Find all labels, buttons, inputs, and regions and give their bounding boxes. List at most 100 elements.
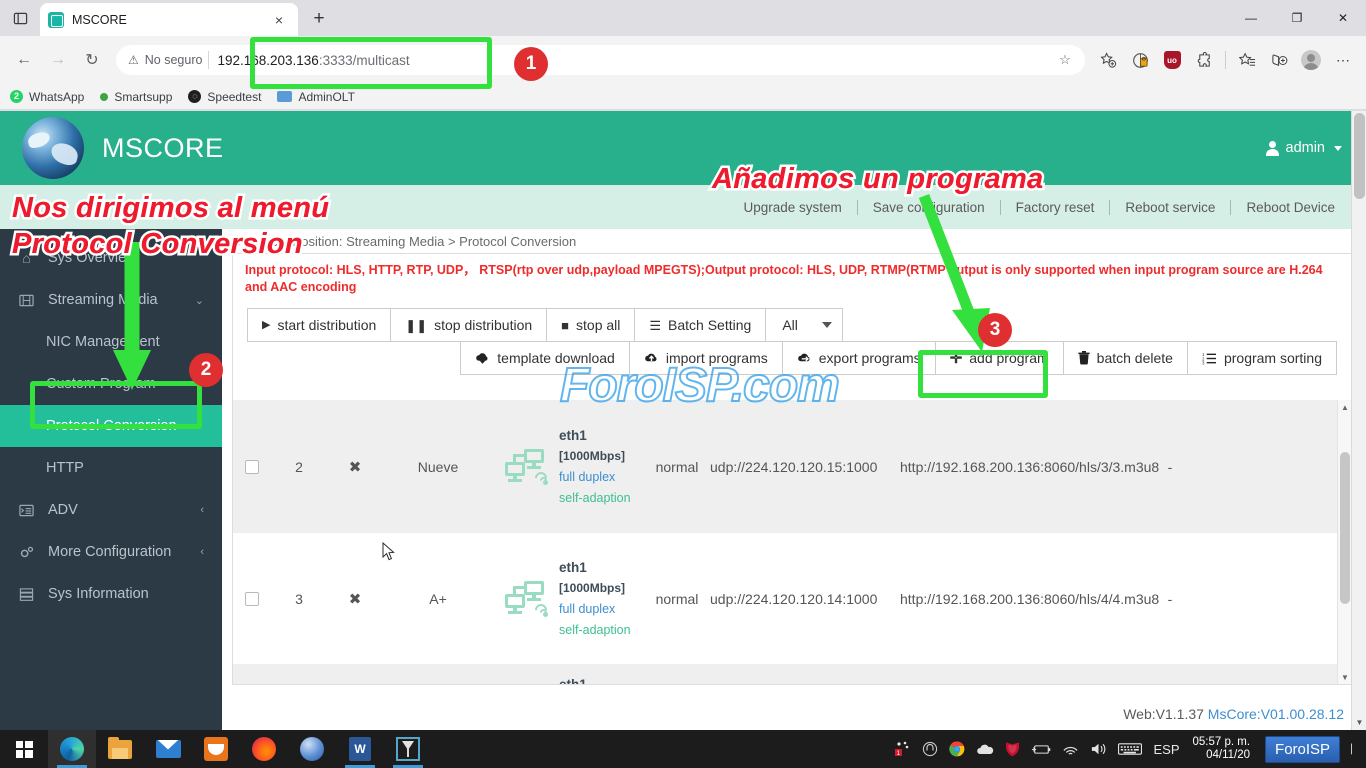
bookmark-speedtest[interactable]: ◌ Speedtest: [188, 90, 261, 104]
user-menu[interactable]: admin: [1266, 140, 1343, 156]
plus-icon: ✛: [950, 351, 963, 366]
maximize-button[interactable]: ❐: [1274, 0, 1320, 36]
tab-search-icon[interactable]: [0, 0, 40, 36]
volume-icon[interactable]: [1090, 742, 1107, 756]
close-tab-icon[interactable]: ×: [268, 9, 290, 31]
batch-delete-button[interactable]: batch delete: [1063, 341, 1188, 375]
sidebar-item-adv[interactable]: ADV ‹: [0, 489, 222, 531]
taskbar-app-vlc[interactable]: [384, 730, 432, 768]
notification-icon[interactable]: 1: [895, 741, 911, 757]
sidebar-item-sys-information[interactable]: Sys Information: [0, 573, 222, 615]
extension-shield-icon[interactable]: [1125, 45, 1155, 75]
sidebar-item-label: HTTP: [46, 460, 84, 476]
program-sorting-button[interactable]: 123 program sorting: [1187, 341, 1337, 375]
batch-setting-button[interactable]: ☰ Batch Setting: [634, 308, 766, 342]
sidebar-item-sys-overview[interactable]: ⌂ Sys Overview: [0, 237, 222, 279]
row-checkbox[interactable]: [245, 460, 259, 474]
table-row[interactable]: 2 ✖ Nueve: [233, 400, 1351, 532]
network-icon: [505, 449, 547, 485]
scrollbar-thumb[interactable]: [1340, 452, 1350, 604]
new-tab-button[interactable]: +: [304, 4, 334, 34]
keyboard-icon[interactable]: [1118, 742, 1142, 756]
stop-all-button[interactable]: ■ stop all: [546, 308, 635, 342]
page-scrollbar[interactable]: ▲ ▼: [1351, 111, 1366, 730]
forward-icon[interactable]: →: [42, 44, 74, 76]
row-nic-details: eth1 [1000Mbps] full duplex self-adaptio…: [559, 425, 644, 509]
user-name: admin: [1286, 140, 1326, 156]
windows-start-button[interactable]: [0, 730, 48, 768]
bookmark-smartsupp[interactable]: Smartsupp: [100, 90, 172, 104]
nav-factory-reset[interactable]: Factory reset: [1001, 200, 1110, 215]
start-distribution-button[interactable]: ▶ start distribution: [247, 308, 391, 342]
taskbar-app-firefox[interactable]: [240, 730, 288, 768]
nav-upgrade-system[interactable]: Upgrade system: [728, 200, 856, 215]
export-programs-button[interactable]: export programs: [782, 341, 936, 375]
gears-icon: [18, 545, 35, 560]
table-scrollbar[interactable]: ▲ ▼: [1337, 400, 1351, 684]
collections-star-icon[interactable]: [1093, 45, 1123, 75]
headset-icon[interactable]: [922, 741, 938, 757]
close-window-button[interactable]: ✕: [1320, 0, 1366, 36]
sidebar-item-custom-program[interactable]: Custom Program: [0, 363, 222, 405]
clock[interactable]: 05:57 p. m. 04/11/20: [1191, 736, 1251, 762]
import-programs-button[interactable]: import programs: [629, 341, 783, 375]
template-download-button[interactable]: template download: [460, 341, 630, 375]
toolbar-row-1: ▶ start distribution ❚❚ stop distributio…: [233, 300, 1351, 342]
sidebar-item-http[interactable]: HTTP: [0, 447, 222, 489]
table-row[interactable]: eth1: [233, 664, 1351, 684]
show-desktop-icon[interactable]: ▏: [1351, 744, 1358, 755]
row-enabled-icon[interactable]: ✖: [327, 590, 383, 608]
back-icon[interactable]: ←: [8, 44, 40, 76]
url-text[interactable]: 192.168.203.136 :3333/multicast: [208, 51, 1047, 69]
bookmark-whatsapp[interactable]: 2 WhatsApp: [10, 90, 84, 104]
bookmark-adminolt[interactable]: AdminOLT: [277, 90, 354, 104]
profile-avatar-icon[interactable]: [1296, 45, 1326, 75]
nav-reboot-device[interactable]: Reboot Device: [1231, 200, 1350, 215]
onedrive-icon[interactable]: [976, 742, 994, 756]
sidebar-item-protocol-conversion[interactable]: Protocol Conversion: [0, 405, 222, 447]
eth-speed: [1000Mbps]: [559, 578, 644, 599]
taskbar-app-word[interactable]: W: [336, 730, 384, 768]
favorites-icon[interactable]: [1232, 45, 1262, 75]
wifi-icon[interactable]: [1062, 742, 1079, 756]
row-enabled-icon[interactable]: ✖: [327, 458, 383, 476]
battery-icon[interactable]: [1031, 743, 1051, 756]
chevron-left-icon: ‹: [200, 546, 204, 558]
clock-date: 04/11/20: [1206, 749, 1250, 762]
table-row[interactable]: 3 ✖ A+: [233, 532, 1351, 664]
minimize-button[interactable]: —: [1228, 0, 1274, 36]
scroll-up-icon[interactable]: ▲: [1338, 400, 1352, 414]
split-screen-icon[interactable]: [1264, 45, 1294, 75]
taskbar-app-jdownloader[interactable]: [288, 730, 336, 768]
nav-save-configuration[interactable]: Save configuration: [858, 200, 1000, 215]
mcafee-icon[interactable]: [1005, 741, 1020, 757]
row-nic-details: eth1 [1000Mbps] full duplex self-adaptio…: [559, 557, 644, 641]
taskbar-app-thunderbird[interactable]: [192, 730, 240, 768]
chrome-icon[interactable]: [949, 741, 965, 757]
settings-more-icon[interactable]: ⋯: [1328, 45, 1358, 75]
sidebar-item-nic-management[interactable]: NIC Management: [0, 321, 222, 363]
browser-tab[interactable]: MSCORE ×: [40, 3, 298, 36]
row-program-name: A+: [383, 591, 493, 607]
filter-select[interactable]: All: [765, 308, 843, 342]
language-indicator[interactable]: ESP: [1153, 742, 1179, 757]
taskbar-app-mail[interactable]: [144, 730, 192, 768]
sidebar-item-streaming-media[interactable]: Streaming Media ⌄: [0, 279, 222, 321]
sidebar-item-more-configuration[interactable]: More Configuration ‹: [0, 531, 222, 573]
address-bar[interactable]: ⚠ No seguro 192.168.203.136 :3333/multic…: [116, 45, 1085, 75]
ublock-origin-icon[interactable]: uo: [1157, 45, 1187, 75]
page-scrollbar-thumb[interactable]: [1354, 113, 1365, 199]
row-checkbox[interactable]: [245, 592, 259, 606]
scroll-down-icon[interactable]: ▼: [1338, 670, 1352, 684]
taskbar-app-edge[interactable]: [48, 730, 96, 768]
taskbar-app-file-explorer[interactable]: [96, 730, 144, 768]
add-program-button[interactable]: ✛ add program: [935, 341, 1064, 375]
nav-reboot-service[interactable]: Reboot service: [1110, 200, 1230, 215]
stop-distribution-button[interactable]: ❚❚ stop distribution: [390, 308, 547, 342]
page-scroll-down-icon[interactable]: ▼: [1352, 714, 1366, 730]
puzzle-extensions-icon[interactable]: [1189, 45, 1219, 75]
clock-time: 05:57 p. m.: [1193, 736, 1251, 749]
reload-icon[interactable]: ↻: [76, 44, 108, 76]
smartsupp-icon: [100, 93, 108, 101]
add-favorite-icon[interactable]: ☆: [1053, 48, 1077, 72]
